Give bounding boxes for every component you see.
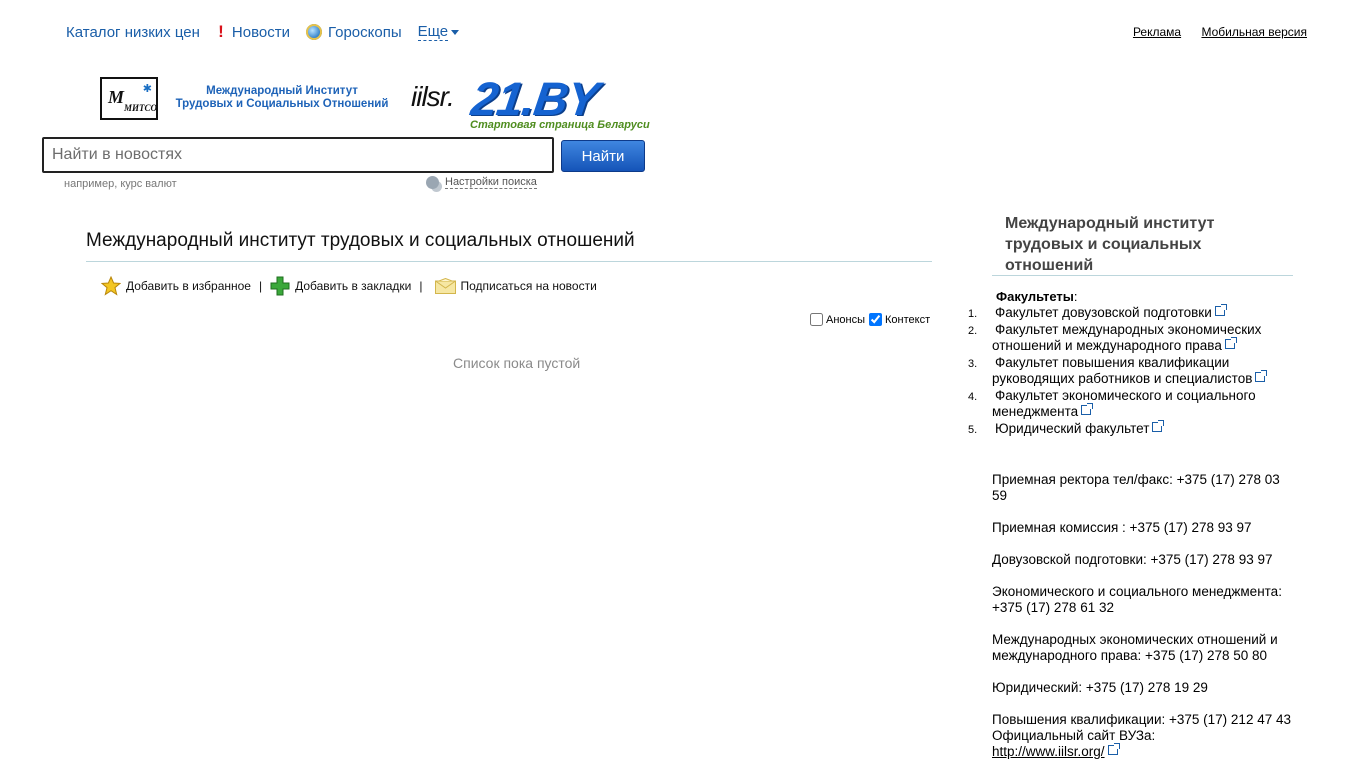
add-to-favorites-button[interactable]: Добавить в избранное <box>101 276 251 296</box>
faculty-list-item: 2. Факультет международных экономических … <box>968 322 1298 355</box>
context-checkbox[interactable] <box>869 313 883 326</box>
faculty-number: 1. <box>968 308 978 320</box>
nav-more-dropdown[interactable]: Еще <box>417 23 460 41</box>
nav-horoscopes-link[interactable]: Гороскопы <box>305 23 402 41</box>
search-button[interactable]: Найти <box>561 140 645 172</box>
contact-line: Приемная комиссия : +375 (17) 278 93 97 <box>992 520 1252 535</box>
feed-filters: Анонсы Контекст <box>810 313 934 326</box>
sidebar-divider <box>992 275 1293 276</box>
context-filter[interactable]: Контекст <box>869 313 930 326</box>
site-logo[interactable]: ✱ М МИТСО Международный Институт Трудовы… <box>100 72 690 135</box>
faculty-number: 3. <box>968 357 978 370</box>
contact-line: Международных экономических отношений и … <box>992 632 1278 663</box>
faculty-list-item: 1. Факультет довузовской подготовки <box>968 304 1298 322</box>
faculties-heading: Факультеты: <box>996 289 1078 304</box>
external-link-icon[interactable] <box>1081 403 1094 415</box>
nav-horoscopes-label: Гороскопы <box>327 23 402 41</box>
mitso-monogram: М <box>108 87 125 107</box>
nav-news-label: Новости <box>231 23 290 41</box>
faculty-link[interactable]: Факультет повышения квалификации руковод… <box>992 355 1252 387</box>
add-to-bookmarks-button[interactable]: Добавить в закладки <box>270 276 411 296</box>
external-link-icon[interactable] <box>1224 337 1237 349</box>
snowflake-icon: ✱ <box>142 83 152 95</box>
faculties-heading-colon: : <box>1073 289 1078 304</box>
faculty-number: 5. <box>968 423 978 436</box>
ads-link[interactable]: Реклама <box>1133 25 1181 39</box>
faculty-link[interactable]: Факультет довузовской подготовки <box>995 305 1212 320</box>
add-to-bookmarks-label: Добавить в закладки <box>295 279 412 293</box>
title-divider <box>86 261 932 262</box>
faculty-number: 2. <box>968 324 978 337</box>
contact-line: Повышения квалификации: +375 (17) 212 47… <box>992 712 1291 727</box>
context-label: Контекст <box>885 313 931 326</box>
gear-icon <box>426 176 439 189</box>
announcements-label: Анонсы <box>826 313 866 326</box>
page-title: Международный институт трудовых и социал… <box>86 230 635 251</box>
contact-line: Довузовской подготовки: +375 (17) 278 93… <box>992 552 1273 567</box>
institute-name-line2: Трудовых и Социальных Отношений <box>175 98 389 110</box>
top-links: Реклама Мобильная версия <box>1116 25 1307 39</box>
search-settings-link[interactable]: Настройки поиска <box>426 176 537 189</box>
add-to-favorites-label: Добавить в избранное <box>126 279 251 293</box>
institute-name-line1: Международный Институт <box>206 85 358 97</box>
mitso-emblem: ✱ М МИТСО <box>100 77 158 120</box>
faculties-heading-label: Факультеты <box>996 289 1074 304</box>
nav-more-label: Еще <box>417 23 449 41</box>
nav-news-link[interactable]: ! Новости <box>216 22 290 42</box>
institute-name-logo: Международный Институт Трудовых и Социал… <box>166 85 398 111</box>
external-link-icon[interactable] <box>1214 304 1227 316</box>
external-link-icon[interactable] <box>1107 743 1120 755</box>
external-link-icon[interactable] <box>1255 370 1268 382</box>
search-hint: например, курс валют <box>64 178 177 190</box>
faculty-list-item: 5. Юридический факультет <box>968 419 1298 438</box>
official-site-link[interactable]: http://www.iilsr.org/ <box>992 744 1105 759</box>
subscribe-news-button[interactable]: Подписаться на новости <box>431 278 597 294</box>
iilsr-text: iilsr. <box>411 81 455 112</box>
faculty-link[interactable]: Факультет международных экономических от… <box>992 322 1261 354</box>
search-input[interactable] <box>42 137 554 173</box>
mitso-letters: МИТСО <box>124 103 158 113</box>
search-settings-label: Настройки поиска <box>445 176 537 189</box>
star-icon <box>101 276 121 296</box>
faculty-link[interactable]: Факультет экономического и социального м… <box>992 388 1256 420</box>
action-separator: | <box>258 279 263 293</box>
faculty-number: 4. <box>968 390 978 403</box>
empty-list-message: Список пока пустой <box>453 355 581 371</box>
zodiac-icon <box>305 24 322 40</box>
nav-catalog-link[interactable]: Каталог низких цен <box>66 24 200 41</box>
brand-tagline: Стартовая страница Беларуси <box>470 119 650 131</box>
official-site-label: Официальный сайт ВУЗа: <box>992 728 1156 743</box>
faculty-list-item: 3. Факультет повышения квалификации руков… <box>968 355 1298 388</box>
faculty-list: 1. Факультет довузовской подготовки 2. Фак… <box>968 304 1298 438</box>
top-nav: Каталог низких цен ! Новости Гороскопы Ещ… <box>66 22 475 42</box>
contact-line: Приемная ректора тел/факс: +375 (17) 278… <box>992 472 1280 503</box>
brand-wordmark: 21.BY <box>468 72 602 125</box>
plus-icon <box>270 276 290 296</box>
mobile-version-link[interactable]: Мобильная версия <box>1201 25 1307 39</box>
contact-line: Экономического и социального менеджмента… <box>992 584 1282 615</box>
announcements-filter[interactable]: Анонсы <box>810 313 865 326</box>
exclamation-icon: ! <box>218 22 224 41</box>
nav-catalog-label: Каталог низких цен <box>66 23 200 41</box>
subscribe-news-label: Подписаться на новости <box>460 279 597 293</box>
official-site-row: http://www.iilsr.org/ <box>992 743 1296 760</box>
contact-line: Юридический: +375 (17) 278 19 29 <box>992 680 1208 695</box>
caret-down-icon <box>451 29 460 35</box>
announcements-checkbox[interactable] <box>810 313 823 326</box>
envelope-icon <box>434 278 456 294</box>
contacts-block: Приемная ректора тел/факс: +375 (17) 278… <box>992 472 1296 760</box>
action-bar: Добавить в избранное | Добавить в заклад… <box>101 276 597 296</box>
sidebar-title: Международный институт трудовых и социал… <box>1005 215 1215 274</box>
faculty-link[interactable]: Юридический факультет <box>995 421 1149 436</box>
faculty-list-item: 4. Факультет экономического и социального… <box>968 388 1298 421</box>
external-link-icon[interactable] <box>1152 419 1165 432</box>
action-separator: | <box>419 279 423 293</box>
